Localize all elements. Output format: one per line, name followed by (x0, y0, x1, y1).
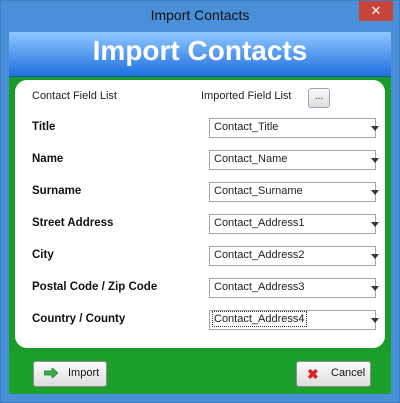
imported-field-list-header: Imported Field List (201, 90, 292, 102)
arrow-right-icon (44, 368, 58, 378)
red-x-icon: ✖ (307, 366, 319, 382)
postal-code-select-value: Contact_Address3 (214, 281, 305, 293)
title-bar: Import Contacts ✕ (1, 1, 399, 31)
close-button[interactable]: ✕ (359, 1, 393, 21)
surname-select[interactable]: Contact_Surname (209, 182, 379, 202)
surname-select-value: Contact_Surname (214, 185, 303, 197)
title-select[interactable]: Contact_Title (209, 118, 379, 138)
field-label-country: Country / County (32, 313, 126, 325)
button-bar: Import ✖ Cancel (9, 352, 391, 394)
import-button-label: Import (68, 367, 100, 379)
country-select-value: Contact_Address4 (212, 311, 307, 327)
street-address-select[interactable]: Contact_Address1 (209, 214, 379, 234)
field-label-title: Title (32, 121, 56, 133)
field-mapping-panel: Contact Field List Imported Field List .… (15, 80, 385, 348)
country-select[interactable]: Contact_Address4 (209, 310, 379, 330)
title-select-value: Contact_Title (214, 121, 279, 133)
field-label-street-address: Street Address (32, 217, 114, 229)
name-select[interactable]: Contact_Name (209, 150, 379, 170)
field-label-city: City (32, 249, 54, 261)
window-title: Import Contacts (150, 7, 250, 23)
browse-button[interactable]: ... (308, 88, 330, 108)
field-label-surname: Surname (32, 185, 82, 197)
dialog-client: Import Contacts Contact Field List Impor… (9, 32, 391, 394)
close-icon: ✕ (370, 3, 382, 18)
banner-heading: Import Contacts (92, 35, 308, 66)
street-address-select-value: Contact_Address1 (214, 217, 305, 229)
import-contacts-window: Import Contacts ✕ Import Contacts Contac… (0, 0, 400, 403)
cancel-button-label: Cancel (331, 367, 366, 379)
contact-field-list-header: Contact Field List (32, 90, 117, 102)
city-select[interactable]: Contact_Address2 (209, 246, 379, 266)
import-button[interactable]: Import (33, 361, 107, 387)
banner: Import Contacts (9, 32, 391, 77)
city-select-value: Contact_Address2 (214, 249, 305, 261)
field-label-name: Name (32, 153, 64, 165)
cancel-button[interactable]: ✖ Cancel (296, 361, 371, 387)
field-label-postal-code: Postal Code / Zip Code (32, 281, 158, 293)
name-select-value: Contact_Name (214, 153, 288, 165)
postal-code-select[interactable]: Contact_Address3 (209, 278, 379, 298)
